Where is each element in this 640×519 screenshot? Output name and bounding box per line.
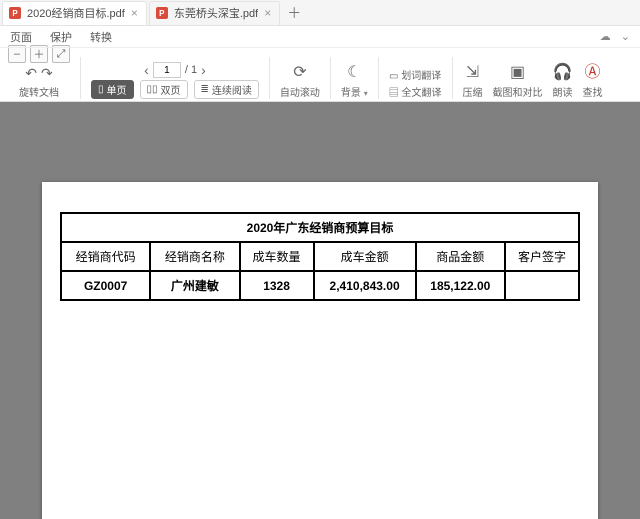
compress-button[interactable]: ⇲ 压缩 (463, 62, 483, 99)
autoscroll-button[interactable]: ⟳ 自动滚动 (280, 62, 320, 99)
toolbar: – ＋ ⤢ ↶ ↷ 旋转文档 ‹ / 1 › ▯单页 ▯▯双页 ≣连续阅读 ⟳ … (0, 48, 640, 102)
prev-page-icon[interactable]: ‹ (144, 62, 149, 78)
rotate-label: 旋转文档 (19, 84, 59, 99)
next-page-icon[interactable]: › (201, 62, 206, 78)
col-header: 经销商代码 (61, 242, 150, 271)
find-button[interactable]: Ⓐ 查找 (583, 58, 603, 99)
page-number-input[interactable] (153, 62, 181, 78)
translate-hover-icon: ▭ (389, 71, 398, 82)
continuous-button[interactable]: ≣连续阅读 (194, 80, 259, 99)
separator (452, 57, 453, 99)
separator (269, 57, 270, 99)
menu-protect[interactable]: 保护 (50, 29, 72, 45)
cell-goods-amount: 185,122.00 (416, 271, 505, 300)
tab-active[interactable]: P 2020经销商目标.pdf × (2, 1, 147, 25)
cell-dealer-name: 广州建敏 (150, 271, 239, 300)
chevron-down-icon[interactable]: ⌄ (621, 30, 630, 43)
separator (330, 57, 331, 99)
rotate-right-icon[interactable]: ↷ (41, 65, 53, 82)
rotate-left-icon[interactable]: ↶ (25, 65, 37, 82)
col-header: 成车数量 (240, 242, 314, 271)
translate-group: ▭ 划词翻译 ▤ 全文翻译 (389, 67, 442, 99)
col-header: 商品金额 (416, 242, 505, 271)
cloud-icon[interactable]: ☁ (600, 30, 611, 43)
new-tab-button[interactable]: ＋ (282, 3, 306, 23)
budget-table: 2020年广东经销商预算目标 经销商代码 经销商名称 成车数量 成车金额 商品金… (60, 212, 580, 301)
close-icon[interactable]: × (264, 6, 271, 20)
document-viewport[interactable]: 2020年广东经销商预算目标 经销商代码 经销商名称 成车数量 成车金额 商品金… (0, 102, 640, 519)
separator (378, 57, 379, 99)
page-indicator: ‹ / 1 › (144, 62, 206, 78)
cell-vehicle-qty: 1328 (240, 271, 314, 300)
menu-bar: 页面 保护 转换 ☁ ⌄ (0, 26, 640, 48)
separator (80, 57, 81, 99)
page-layout-group: ‹ / 1 › ▯单页 ▯▯双页 ≣连续阅读 (91, 62, 259, 99)
cell-signature (505, 271, 579, 300)
tab-inactive[interactable]: P 东莞桥头深宝.pdf × (149, 1, 280, 25)
pdf-page: 2020年广东经销商预算目标 经销商代码 经销商名称 成车数量 成车金额 商品金… (42, 182, 598, 519)
col-header: 经销商名称 (150, 242, 239, 271)
pdf-icon: P (156, 7, 168, 19)
compare-icon: ▣ (510, 62, 525, 82)
zoom-group: – ＋ ⤢ ↶ ↷ 旋转文档 (8, 45, 70, 99)
double-page-button[interactable]: ▯▯双页 (140, 80, 188, 99)
table-title: 2020年广东经销商预算目标 (61, 213, 579, 242)
menu-page[interactable]: 页面 (10, 29, 32, 45)
tab-label: 东莞桥头深宝.pdf (174, 5, 258, 21)
col-header: 成车金额 (314, 242, 416, 271)
cell-vehicle-amount: 2,410,843.00 (314, 271, 416, 300)
autoscroll-icon: ⟳ (293, 62, 306, 82)
pdf-icon: P (9, 7, 21, 19)
compare-button[interactable]: ▣ 截图和对比 (493, 62, 543, 99)
close-icon[interactable]: × (131, 6, 138, 20)
col-header: 客户签字 (505, 242, 579, 271)
table-row: GZ0007 广州建敏 1328 2,410,843.00 185,122.00 (61, 271, 579, 300)
background-button[interactable]: ☾ 背景 ▾ (341, 62, 368, 99)
chevron-down-icon: ▾ (364, 89, 368, 98)
single-page-button[interactable]: ▯单页 (91, 80, 134, 99)
translate-full-icon: ▤ (389, 88, 399, 99)
speaker-icon: 🎧 (553, 62, 573, 82)
tab-label: 2020经销商目标.pdf (27, 5, 125, 21)
cell-dealer-code: GZ0007 (61, 271, 150, 300)
read-aloud-button[interactable]: 🎧 朗读 (553, 62, 573, 99)
search-icon: Ⓐ (584, 58, 600, 82)
menu-convert[interactable]: 转换 (90, 29, 112, 45)
compress-icon: ⇲ (466, 62, 479, 82)
moon-icon: ☾ (347, 62, 361, 82)
page-total: / 1 (185, 64, 197, 76)
tab-bar: P 2020经销商目标.pdf × P 东莞桥头深宝.pdf × ＋ (0, 0, 640, 26)
